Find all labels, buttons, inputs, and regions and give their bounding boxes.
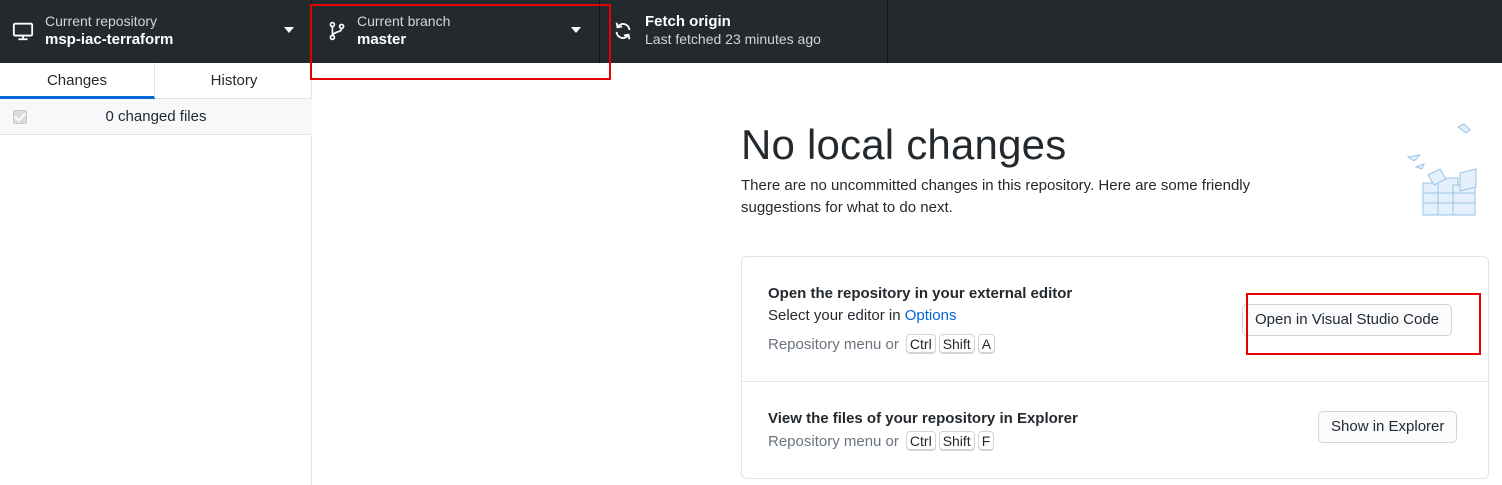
key-ctrl: Ctrl <box>905 431 936 451</box>
repository-name: msp-iac-terraform <box>45 31 174 48</box>
open-in-vscode-button[interactable]: Open in Visual Studio Code <box>1242 304 1453 336</box>
editor-suggestion-desc: Select your editor in Options <box>768 307 956 324</box>
current-repository-button[interactable]: Current repository msp-iac-terraform <box>0 0 312 63</box>
no-changes-illustration-icon <box>1406 123 1477 216</box>
explorer-suggestion: View the files of your repository in Exp… <box>742 382 1488 478</box>
key-a: A <box>977 334 996 354</box>
key-shift: Shift <box>938 334 975 354</box>
sync-icon <box>615 22 631 40</box>
suggestions-card: Open the repository in your external edi… <box>741 256 1489 479</box>
key-shift: Shift <box>938 431 975 451</box>
computer-monitor-icon <box>12 22 34 41</box>
branch-name: master <box>357 31 407 48</box>
tab-bar: Changes History <box>0 63 312 99</box>
chevron-down-icon <box>284 27 294 33</box>
fetch-title: Fetch origin <box>645 13 731 30</box>
key-f: F <box>977 431 995 451</box>
editor-suggestion-title: Open the repository in your external edi… <box>768 285 1073 302</box>
explorer-suggestion-title: View the files of your repository in Exp… <box>768 410 1078 427</box>
tab-changes[interactable]: Changes <box>0 63 155 99</box>
repository-label: Current repository <box>45 13 158 29</box>
editor-shortcut: Repository menu or Ctrl Shift A <box>768 334 996 354</box>
current-branch-button[interactable]: Current branch master <box>312 0 600 63</box>
editor-suggestion: Open the repository in your external edi… <box>742 257 1488 382</box>
page-subtitle: There are no uncommitted changes in this… <box>741 177 1251 216</box>
branch-label: Current branch <box>357 13 451 29</box>
editor-desc-prefix: Select your editor in <box>768 307 905 324</box>
tab-history[interactable]: History <box>156 63 312 99</box>
fetch-origin-button[interactable]: Fetch origin Last fetched 23 minutes ago <box>600 0 888 63</box>
git-branch-icon <box>329 21 345 41</box>
main-content: No local changes There are no uncommitte… <box>313 63 1502 485</box>
sidebar: Changes History 0 changed files <box>0 63 312 485</box>
key-ctrl: Ctrl <box>905 334 936 354</box>
chevron-down-icon <box>571 27 581 33</box>
last-fetched-text: Last fetched 23 minutes ago <box>645 31 821 47</box>
toolbar: Current repository msp-iac-terraform Cur… <box>0 0 1502 63</box>
changed-files-count: 0 changed files <box>105 108 207 125</box>
changes-header: 0 changed files <box>0 99 312 135</box>
show-in-explorer-button[interactable]: Show in Explorer <box>1318 411 1458 443</box>
editor-menu-prefix: Repository menu or <box>768 335 899 353</box>
page-title: No local changes <box>741 121 1067 168</box>
explorer-shortcut: Repository menu or Ctrl Shift F <box>768 431 995 451</box>
explorer-menu-prefix: Repository menu or <box>768 432 899 450</box>
options-link[interactable]: Options <box>905 307 957 324</box>
